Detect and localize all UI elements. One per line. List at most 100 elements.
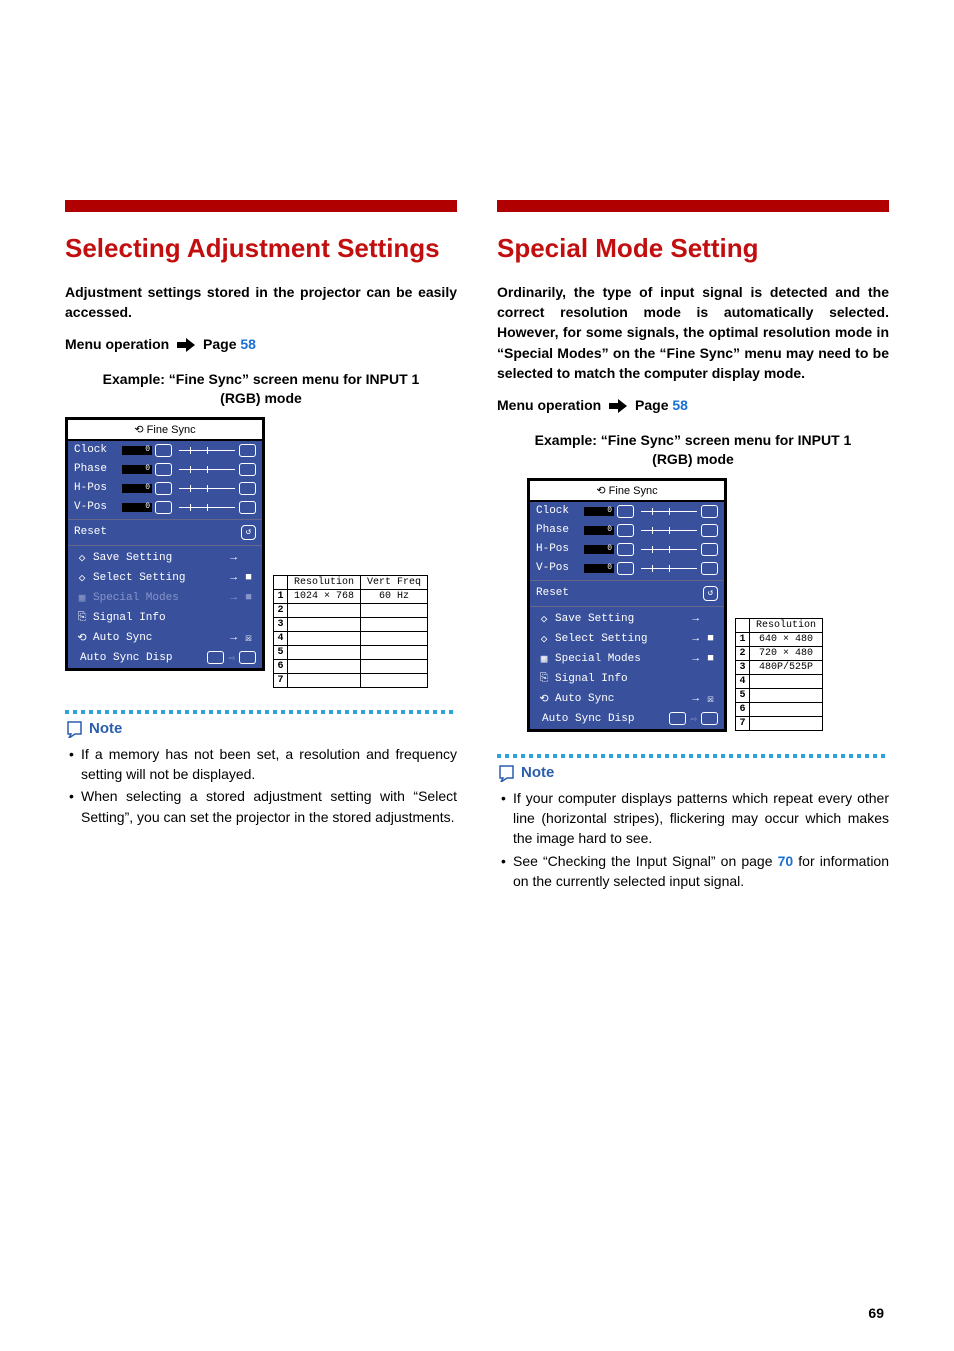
resolution-table-right: Resolution 1640 × 480 2720 × 480 3480P/5…: [735, 618, 823, 731]
page-number: 69: [868, 1305, 884, 1321]
left-column: Selecting Adjustment Settings Adjustment…: [65, 200, 457, 893]
table-row: 2: [274, 603, 428, 617]
dotted-separator: [65, 710, 457, 714]
slider-bar: [122, 465, 152, 474]
osd-slider-row: Clock: [530, 502, 724, 521]
slider-end-icon: [701, 524, 718, 537]
slider-end-icon: [239, 501, 256, 514]
intro-right: Ordinarily, the type of input signal is …: [497, 282, 889, 383]
menu-op-prefix: Menu operation: [65, 336, 169, 352]
page-columns: Selecting Adjustment Settings Adjustment…: [65, 200, 889, 893]
slider-start-icon: [617, 562, 634, 575]
osd-slider-row: Clock: [68, 441, 262, 460]
signal-icon: ⎘: [536, 673, 552, 685]
note-icon: [497, 764, 517, 782]
osd-menu-item-disabled: ▦Special Modes→■: [68, 588, 262, 608]
menu-operation-left: Menu operation Page 58: [65, 336, 457, 352]
slider-track: [641, 568, 697, 569]
slider-track: [179, 469, 235, 470]
arrow-right-icon: ⇨: [690, 712, 697, 726]
note-item: See “Checking the Input Signal” on page …: [501, 851, 889, 892]
note-item: If your computer displays patterns which…: [501, 788, 889, 849]
right-column: Special Mode Setting Ordinarily, the typ…: [497, 200, 889, 893]
arrow-right-icon: →: [230, 632, 237, 644]
slider-bar: [122, 446, 152, 455]
slider-start-icon: [617, 524, 634, 537]
slider-bar: [584, 564, 614, 573]
osd-menu-item: ⟲Auto Sync→☒: [530, 689, 724, 709]
table-row: 3480P/525P: [736, 660, 823, 674]
section-rule-right: [497, 200, 889, 212]
table-row: 4: [736, 674, 823, 688]
diamond-icon: ◇: [74, 551, 90, 565]
disp-mode-icon: [207, 651, 224, 664]
auto-sync-disp-label: Auto Sync Disp: [74, 652, 203, 664]
osd-items-right: ◇Save Setting→ ◇Select Setting→■ ▦Specia…: [530, 609, 724, 709]
note-2-prefix: See “Checking the Input Signal” on page: [513, 853, 778, 869]
table-row: 5: [274, 645, 428, 659]
col-resolution: Resolution: [750, 618, 823, 632]
example-caption-left: Example: “Fine Sync” screen menu for INP…: [95, 370, 427, 406]
osd-menu-item: ▦Special Modes→■: [530, 649, 724, 669]
osd-slider-row: Phase: [530, 521, 724, 540]
slider-start-icon: [155, 501, 172, 514]
osd-menu-item: ⎘Signal Info: [530, 669, 724, 689]
osd-menu-left: ⟲ Fine Sync Clock Phase H-Pos V-Pos Rese…: [65, 417, 265, 671]
osd-bottom-row: Auto Sync Disp ⇨: [68, 648, 262, 668]
table-idx-header: [274, 575, 288, 589]
slider-end-icon: [239, 444, 256, 457]
menu-operation-right: Menu operation Page 58: [497, 397, 889, 413]
diamond-icon: ◇: [536, 632, 552, 646]
table-idx-header: [736, 618, 750, 632]
slider-track: [179, 450, 235, 451]
table-row: 11024 × 76860 Hz: [274, 589, 428, 603]
page-link-58-left[interactable]: 58: [240, 336, 256, 352]
sync-icon: ⟲: [536, 692, 552, 706]
disp-mode-icon: [239, 651, 256, 664]
reset-icon: ↺: [703, 586, 718, 601]
reset-icon: ↺: [241, 525, 256, 540]
slider-bar: [122, 484, 152, 493]
osd-slider-row: V-Pos: [530, 559, 724, 578]
slider-end-icon: [701, 562, 718, 575]
arrow-right-icon: ⇨: [228, 651, 235, 665]
reset-label: Reset: [74, 526, 107, 538]
diamond-icon: ◇: [536, 612, 552, 626]
note-list-left: If a memory has not been set, a resoluti…: [65, 744, 457, 827]
osd-menu-item: ◇Select Setting→■: [530, 629, 724, 649]
disp-mode-icon: [669, 712, 686, 725]
auto-sync-disp-label: Auto Sync Disp: [536, 713, 665, 725]
slider-end-icon: [239, 482, 256, 495]
page-link-58-right[interactable]: 58: [672, 397, 688, 413]
intro-left: Adjustment settings stored in the projec…: [65, 282, 457, 323]
slider-track: [641, 549, 697, 550]
sync-icon: ⟲: [134, 424, 143, 436]
table-row: 6: [274, 659, 428, 673]
osd-separator: [68, 519, 262, 520]
col-resolution: Resolution: [288, 575, 361, 589]
section-rule-left: [65, 200, 457, 212]
arrow-right-icon: →: [692, 613, 699, 625]
col-vert-freq: Vert Freq: [361, 575, 428, 589]
arrow-right-icon: [177, 338, 195, 352]
osd-menu-item: ◇Select Setting→■: [68, 568, 262, 588]
menu-op-page-label: Page: [635, 397, 668, 413]
osd-reset-row: Reset ↺: [530, 583, 724, 604]
page-link-70[interactable]: 70: [778, 853, 794, 869]
slider-track: [641, 511, 697, 512]
osd-menu-item: ⎘Signal Info: [68, 608, 262, 628]
table-row: 3: [274, 617, 428, 631]
note-heading-left: Note: [65, 720, 457, 738]
osd-menu-item: ⟲Auto Sync→☒: [68, 628, 262, 648]
arrow-right-icon: →: [230, 592, 237, 604]
arrow-right-icon: →: [230, 572, 237, 584]
osd-sliders-left: Clock Phase H-Pos V-Pos: [68, 441, 262, 517]
menu-op-page-label: Page: [203, 336, 236, 352]
osd-slider-row: Phase: [68, 460, 262, 479]
arrow-right-icon: →: [692, 633, 699, 645]
table-row: 7: [736, 716, 823, 730]
osd-title-left: ⟲ Fine Sync: [68, 420, 262, 441]
osd-menu-right: ⟲ Fine Sync Clock Phase H-Pos V-Pos Rese…: [527, 478, 727, 732]
slider-start-icon: [155, 463, 172, 476]
table-header-row: Resolution Vert Freq: [274, 575, 428, 589]
